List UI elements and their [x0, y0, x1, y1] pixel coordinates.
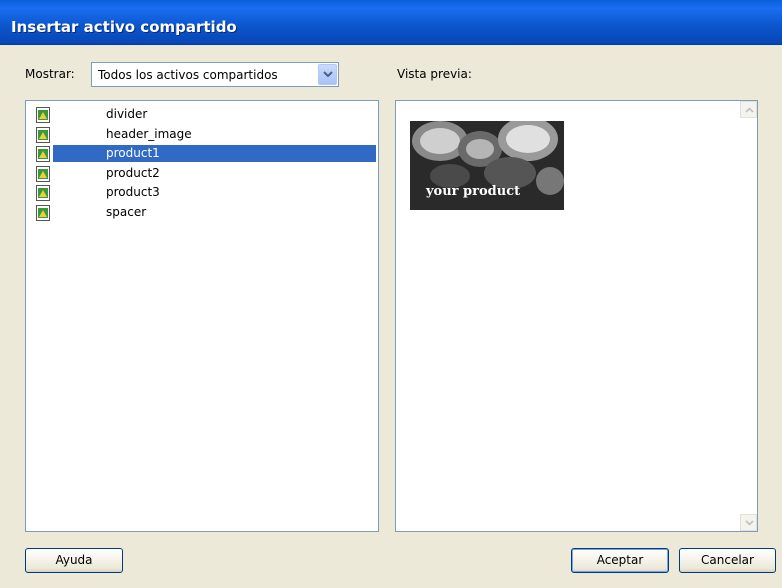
scroll-up-button[interactable] [740, 101, 757, 118]
help-button[interactable]: Ayuda [25, 548, 123, 573]
dropdown-button[interactable] [318, 64, 337, 85]
list-item[interactable]: product3 [26, 183, 376, 201]
preview-caption: your product [426, 184, 521, 199]
list-item-label: spacer [106, 205, 147, 219]
list-item-label: header_image [106, 127, 192, 141]
list-item[interactable]: spacer [26, 203, 376, 221]
image-file-icon [36, 205, 50, 221]
filter-label: Mostrar: [25, 67, 75, 81]
chevron-down-icon [323, 71, 333, 78]
list-item-label: divider [106, 107, 148, 121]
list-item-selected[interactable]: product1 [26, 144, 376, 162]
preview-scrollbar[interactable] [740, 101, 757, 531]
preview-pane: your product [395, 100, 758, 532]
list-item-label: product2 [106, 166, 160, 180]
list-item[interactable]: header_image [26, 125, 376, 143]
scroll-down-button[interactable] [740, 514, 757, 531]
image-file-icon [36, 166, 50, 182]
image-file-icon [36, 146, 50, 162]
image-file-icon [36, 185, 50, 201]
window-title: Insertar activo compartido [11, 18, 237, 36]
ok-button[interactable]: Aceptar [571, 548, 669, 573]
selection-highlight [53, 145, 376, 162]
filter-select[interactable]: Todos los activos compartidos [91, 62, 339, 87]
filter-select-value: Todos los activos compartidos [98, 68, 278, 82]
chevron-up-icon [745, 107, 754, 113]
list-item-label: product3 [106, 185, 160, 199]
list-item[interactable]: product2 [26, 164, 376, 182]
preview-image: your product [410, 121, 564, 210]
image-file-icon [36, 107, 50, 123]
image-file-icon [36, 127, 50, 143]
list-item[interactable]: divider [26, 105, 376, 123]
cancel-button[interactable]: Cancelar [679, 548, 776, 573]
title-bar[interactable]: Insertar activo compartido [0, 0, 782, 45]
asset-list[interactable]: divider header_image product1 product2 p… [25, 100, 379, 532]
preview-label: Vista previa: [397, 67, 472, 81]
chevron-down-icon [745, 520, 754, 526]
list-item-label: product1 [106, 146, 160, 160]
